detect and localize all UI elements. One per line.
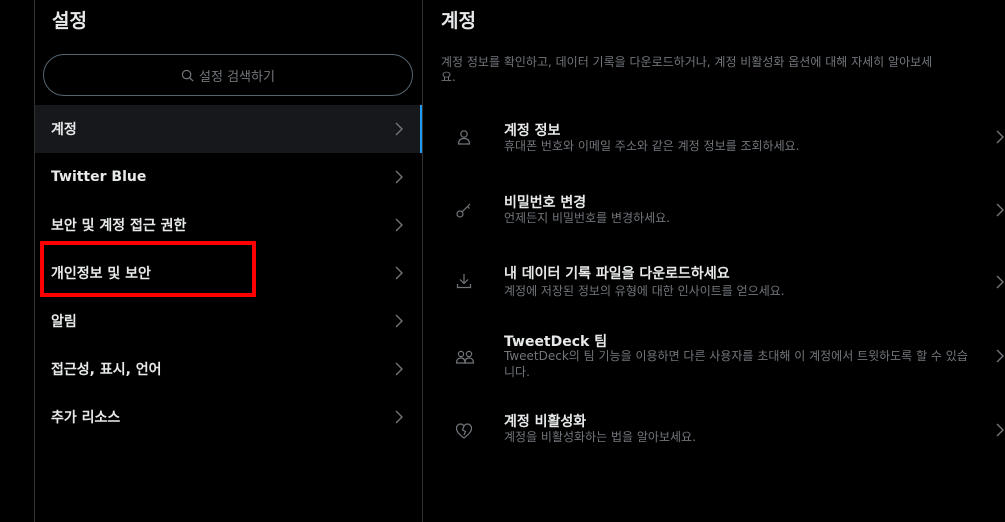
chevron-right-icon <box>996 130 1004 144</box>
search-icon <box>181 69 194 81</box>
nav-item-account[interactable]: 계정 <box>35 105 422 153</box>
nav-item-notifications[interactable]: 알림 <box>35 297 422 345</box>
item-description: 계정을 비활성화하는 법을 알아보세요. <box>504 430 696 444</box>
key-icon <box>456 203 471 218</box>
item-description: TweetDeck의 팀 기능을 이용하면 다른 사용자를 초대해 이 계정에서… <box>504 349 968 379</box>
item-label: 비밀번호 변경 <box>504 195 587 211</box>
account-description: 계정 정보를 확인하고, 데이터 기록을 다운로드하거나, 계정 비활성화 옵션… <box>441 55 1005 85</box>
nav-item-label: 개인정보 및 보안 <box>51 266 151 282</box>
nav-item-accessibility[interactable]: 접근성, 표시, 언어 <box>35 345 422 393</box>
nav-item-label: 알림 <box>51 314 77 330</box>
chevron-right-icon <box>395 170 403 184</box>
item-label: 계정 비활성화 <box>504 414 587 430</box>
nav-item-label: 계정 <box>51 122 77 138</box>
chevron-right-icon <box>996 423 1004 437</box>
nav-item-additional-resources[interactable]: 추가 리소스 <box>35 393 422 441</box>
item-description: 휴대폰 번호와 이메일 주소와 같은 계정 정보를 조회하세요. <box>504 139 800 153</box>
account-detail-column: 계정 계정 정보를 확인하고, 데이터 기록을 다운로드하거나, 계정 비활성화… <box>423 0 1005 522</box>
chevron-right-icon <box>395 314 403 328</box>
chevron-right-icon <box>395 122 403 136</box>
chevron-right-icon <box>395 218 403 232</box>
download-icon <box>456 274 472 289</box>
item-label: 내 데이터 기록 파일을 다운로드하세요 <box>504 266 730 282</box>
chevron-right-icon <box>996 203 1004 217</box>
broken-heart-icon <box>455 423 473 439</box>
chevron-right-icon <box>996 275 1004 289</box>
download-data-item[interactable]: 내 데이터 기록 파일을 다운로드하세요 계정에 저장된 정보의 유형에 대한 … <box>423 250 1005 316</box>
settings-search-input[interactable]: 설정 검색하기 <box>43 54 413 96</box>
nav-item-privacy[interactable]: 개인정보 및 보안 <box>35 249 422 297</box>
account-info-item[interactable]: 계정 정보 휴대폰 번호와 이메일 주소와 같은 계정 정보를 조회하세요. <box>423 105 1005 171</box>
person-icon <box>457 130 471 145</box>
chevron-right-icon <box>395 362 403 376</box>
chevron-right-icon <box>395 410 403 424</box>
nav-item-label: 추가 리소스 <box>51 410 121 426</box>
settings-title: 설정 <box>52 10 87 32</box>
nav-item-security[interactable]: 보안 및 계정 접근 권한 <box>35 201 422 249</box>
settings-column: 설정 설정 검색하기 계정 Twitter Blue 보안 및 계정 접근 권한… <box>35 0 423 522</box>
nav-item-label: Twitter Blue <box>51 169 147 185</box>
search-placeholder: 설정 검색하기 <box>199 69 275 85</box>
item-description: 언제든지 비밀번호를 변경하세요. <box>504 211 671 225</box>
chevron-right-icon <box>395 266 403 280</box>
nav-item-twitter-blue[interactable]: Twitter Blue <box>35 153 422 201</box>
item-description: 계정에 저장된 정보의 유형에 대한 인사이트를 얻으세요. <box>504 284 785 298</box>
nav-item-label: 보안 및 계정 접근 권한 <box>51 218 187 234</box>
account-description-line: 요. <box>441 70 456 84</box>
tweetdeck-team-item[interactable]: TweetDeck 팀 TweetDeck의 팀 기능을 이용하면 다른 사용자… <box>423 322 1005 400</box>
people-icon <box>455 350 475 364</box>
deactivate-account-item[interactable]: 계정 비활성화 계정을 비활성화하는 법을 알아보세요. <box>423 404 1005 464</box>
item-label: 계정 정보 <box>504 123 561 139</box>
nav-item-label: 접근성, 표시, 언어 <box>51 362 162 378</box>
account-title: 계정 <box>441 10 476 32</box>
left-gutter <box>0 0 35 522</box>
chevron-right-icon <box>996 349 1004 363</box>
change-password-item[interactable]: 비밀번호 변경 언제든지 비밀번호를 변경하세요. <box>423 177 1005 243</box>
account-description-line: 계정 정보를 확인하고, 데이터 기록을 다운로드하거나, 계정 비활성화 옵션… <box>441 55 933 69</box>
